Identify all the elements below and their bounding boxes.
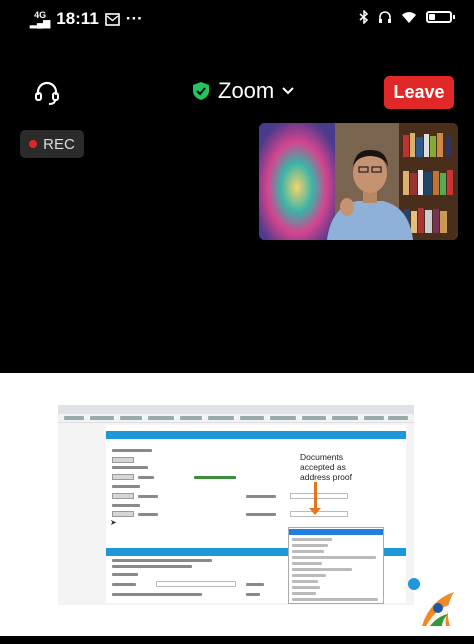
status-left: 4G ▂▄▆ 18:11 ··· [30,9,143,29]
recording-label: REC [43,135,75,153]
dropdown-selected-row [289,529,383,535]
mail-icon [104,12,120,26]
battery-fill [429,14,435,20]
clock: 18:11 [56,9,99,28]
browser-tab-bar [58,405,414,414]
bottom-bar [0,636,474,644]
status-right [359,10,455,24]
bookmarks-bar [58,414,414,423]
meeting-toolbar: Zoom Leave [0,68,474,118]
shared-dropdown-list [288,527,384,604]
signal-bars-icon: ▂▄▆ [30,18,51,28]
wifi-icon [402,11,416,23]
headset-button[interactable] [34,80,60,111]
meeting-title-button[interactable]: Zoom [192,78,294,104]
arrow-head [309,508,321,515]
meeting-title: Zoom [218,78,275,103]
video-frame [259,123,458,240]
leave-button[interactable]: Leave [384,76,454,109]
more-icon: ··· [125,9,143,28]
arrow-down-icon [314,482,317,510]
network-indicator: 4G ▂▄▆ [30,11,51,28]
participant-video[interactable] [259,123,458,240]
record-dot-icon [29,140,38,148]
chevron-down-icon [282,87,294,95]
shield-check-icon [193,82,209,100]
recording-badge: REC [20,130,84,158]
bluetooth-icon [359,10,369,24]
shared-upload-button [112,457,134,463]
shared-annotation-text: Documents accepted as address proof [300,452,352,482]
headset-icon [35,81,59,105]
status-bar: 4G ▂▄▆ 18:11 ··· [0,0,474,40]
form-header-bar [106,431,406,439]
wall-painting [259,123,335,240]
headphones-icon [379,11,391,23]
emblem-logo [422,592,454,626]
battery-icon [426,11,455,23]
mouse-cursor-icon: ➤ [110,518,117,527]
